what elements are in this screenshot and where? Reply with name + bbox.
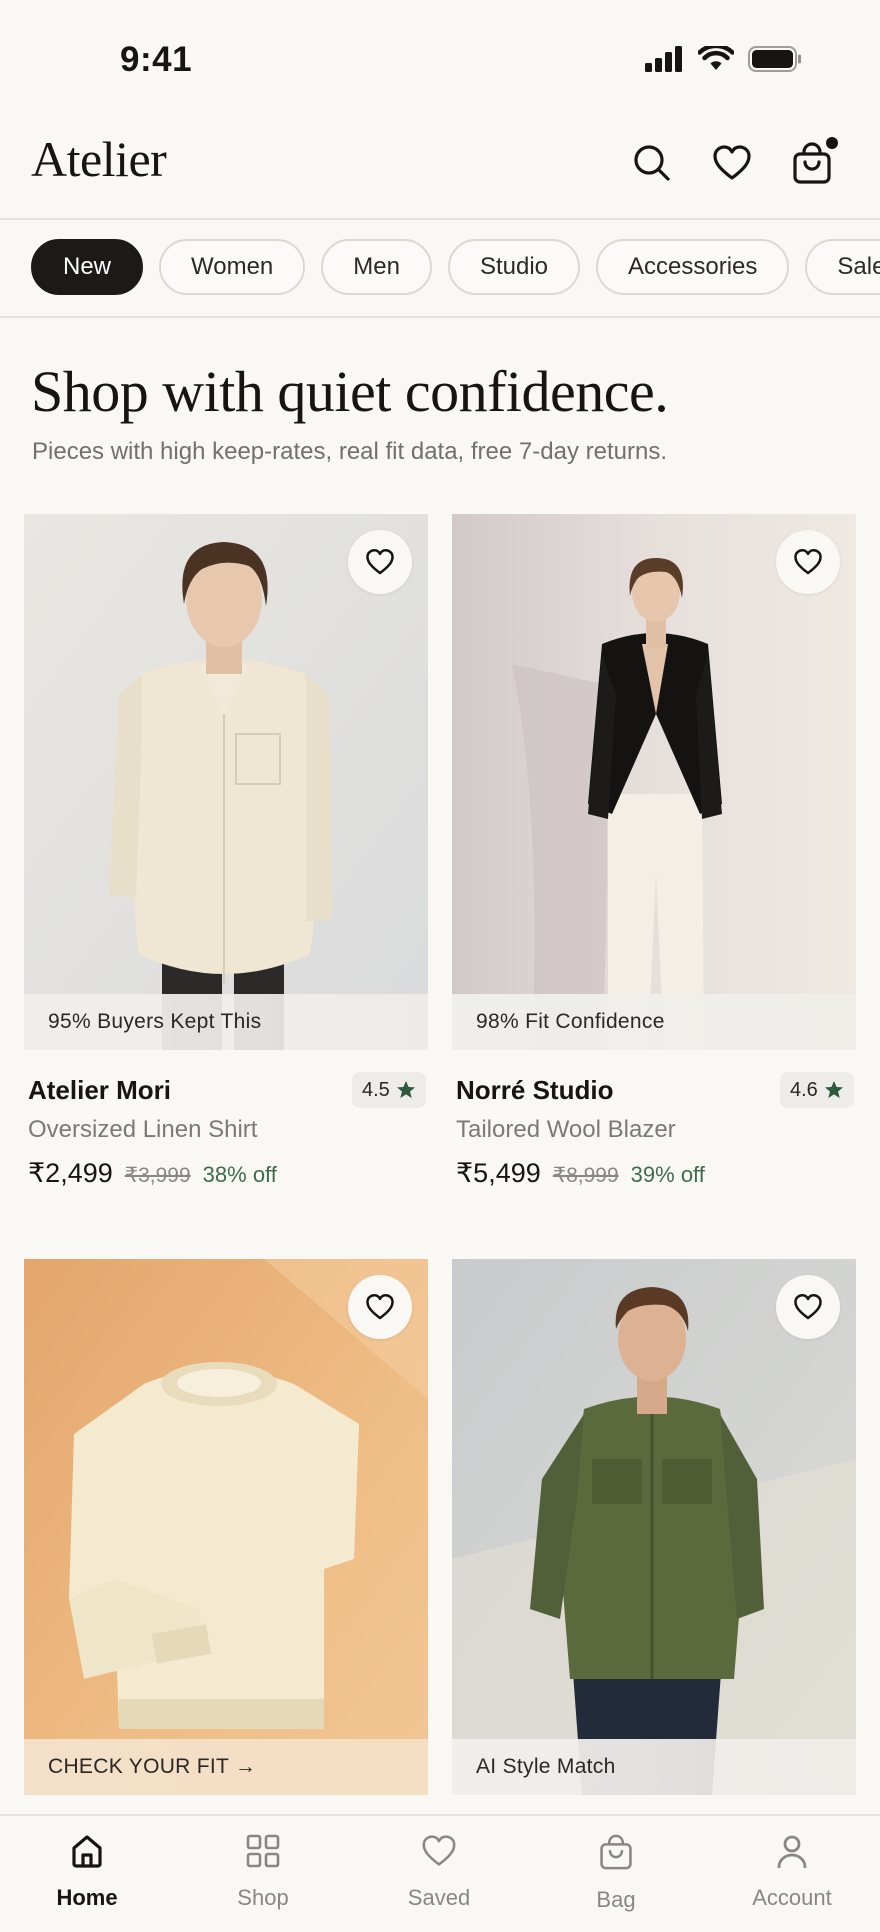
product-image-linen-shirt[interactable]: 95% Buyers Kept This — [24, 514, 428, 1050]
rating-badge: 4.6 — [780, 1072, 854, 1108]
hero-title: Shop with quiet confidence. — [31, 359, 669, 424]
nav-account[interactable]: Account — [722, 1834, 862, 1911]
nav-home[interactable]: Home — [17, 1834, 157, 1911]
favorite-button[interactable] — [348, 530, 412, 594]
star-icon — [824, 1081, 843, 1098]
user-icon — [777, 1835, 807, 1869]
check-fit-link[interactable]: CHECK YOUR FIT → — [24, 1739, 428, 1795]
hero-subtitle: Pieces with high keep-rates, real fit da… — [32, 438, 667, 465]
nav-label: Home — [56, 1885, 118, 1910]
product-image-wool-blazer[interactable]: 98% Fit Confidence — [452, 514, 856, 1050]
knit-sweater-photo — [24, 1259, 428, 1795]
header-divider — [0, 218, 880, 220]
fit-confidence-badge: 98% Fit Confidence — [452, 994, 856, 1050]
product-name[interactable]: Tailored Wool Blazer — [456, 1116, 676, 1144]
discount: 39% off — [630, 1162, 705, 1187]
price-row: ₹2,499 ₹3,999 38% off — [28, 1158, 277, 1189]
linen-shirt-photo — [24, 514, 428, 1050]
product-name[interactable]: Oversized Linen Shirt — [28, 1116, 257, 1144]
cart-indicator-dot — [826, 137, 838, 149]
nav-label: Account — [752, 1885, 832, 1910]
status-icons — [644, 46, 802, 72]
bag-icon — [793, 142, 831, 184]
rating-value: 4.6 — [790, 1078, 818, 1101]
search-icon — [634, 145, 670, 181]
favorite-button[interactable] — [776, 1275, 840, 1339]
cart-button[interactable] — [784, 135, 840, 191]
rating-value: 4.5 — [362, 1078, 390, 1101]
discount: 38% off — [202, 1162, 277, 1187]
heart-icon — [366, 548, 394, 575]
product-brand[interactable]: Atelier Mori — [28, 1075, 171, 1106]
nav-label: Saved — [407, 1885, 471, 1910]
wool-blazer-photo — [452, 514, 856, 1050]
chips-divider — [0, 316, 880, 318]
field-jacket-photo — [452, 1259, 856, 1795]
star-icon — [396, 1081, 415, 1098]
product-brand[interactable]: Norré Studio — [456, 1075, 613, 1106]
brand-logo[interactable]: Atelier — [31, 130, 167, 188]
heart-icon — [713, 145, 751, 180]
search-button[interactable] — [624, 135, 680, 191]
product-image-knit-sweater[interactable]: CHECK YOUR FIT → — [24, 1259, 428, 1795]
nav-shop[interactable]: Shop — [193, 1834, 333, 1911]
rating-badge: 4.5 — [352, 1072, 426, 1108]
product-image-field-jacket[interactable]: AI Style Match — [452, 1259, 856, 1795]
heart-icon — [366, 1293, 394, 1320]
price-row: ₹5,499 ₹8,999 39% off — [456, 1158, 705, 1189]
chip-women[interactable]: Women — [159, 239, 306, 295]
wishlist-button[interactable] — [704, 135, 760, 191]
chip-studio[interactable]: Studio — [447, 239, 581, 295]
home-icon — [72, 1835, 102, 1868]
price: ₹2,499 — [28, 1158, 113, 1188]
chip-new[interactable]: New — [31, 239, 144, 295]
heart-icon — [422, 1835, 456, 1866]
signal-icon — [645, 46, 682, 72]
original-price: ₹3,999 — [124, 1164, 191, 1187]
price: ₹5,499 — [456, 1158, 541, 1188]
status-time: 9:41 — [120, 40, 193, 79]
nav-saved[interactable]: Saved — [369, 1834, 509, 1911]
chip-sale[interactable]: Sale — [805, 239, 880, 295]
battery-icon — [748, 46, 801, 72]
nav-bag[interactable]: Bag — [546, 1834, 686, 1913]
category-chips: New Women Men Studio Accessories Sale — [31, 239, 880, 295]
grid-icon — [246, 1834, 280, 1868]
favorite-button[interactable] — [776, 530, 840, 594]
chip-accessories[interactable]: Accessories — [596, 239, 790, 295]
heart-icon — [794, 1293, 822, 1320]
chip-men[interactable]: Men — [321, 239, 432, 295]
wifi-icon — [698, 46, 734, 70]
heart-icon — [794, 548, 822, 575]
nav-label: Bag — [596, 1887, 636, 1912]
bag-icon — [600, 1834, 632, 1870]
original-price: ₹8,999 — [552, 1164, 619, 1187]
bottom-nav: Home Shop Saved Bag Account — [0, 1814, 880, 1932]
nav-label: Shop — [237, 1885, 289, 1910]
keep-rate-badge: 95% Buyers Kept This — [24, 994, 428, 1050]
ai-style-match-badge: AI Style Match — [452, 1739, 856, 1795]
favorite-button[interactable] — [348, 1275, 412, 1339]
